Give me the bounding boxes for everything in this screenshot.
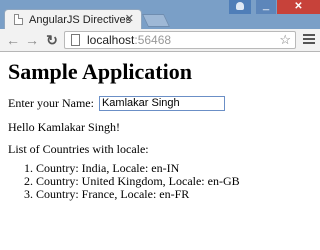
new-tab-button[interactable] xyxy=(141,14,171,27)
page-icon xyxy=(71,34,80,46)
address-bar[interactable]: localhost:56468 ☆ xyxy=(64,31,296,49)
name-input[interactable] xyxy=(98,95,225,111)
name-label: Enter your Name: xyxy=(8,95,94,110)
tab-title: AngularJS Directives xyxy=(29,14,132,26)
user-icon xyxy=(236,2,244,10)
list-heading: List of Countries with locale: xyxy=(8,142,149,156)
browser-chrome: AngularJS Directives ✕ _ ✕ ← → ↻ localho… xyxy=(0,0,320,52)
menu-button[interactable] xyxy=(303,34,315,46)
countries-list: Country: India, Locale: en-IN Country: U… xyxy=(20,162,240,201)
minimize-button[interactable]: _ xyxy=(256,0,276,14)
user-profile-button[interactable] xyxy=(229,0,251,14)
menu-bar xyxy=(303,38,315,40)
back-button[interactable]: ← xyxy=(5,32,21,48)
menu-bar xyxy=(303,34,315,36)
greeting-text: Hello Kamlakar Singh! xyxy=(8,120,120,134)
page-title: Sample Application xyxy=(8,59,192,84)
page-icon xyxy=(14,14,23,25)
url-host: localhost xyxy=(87,33,135,47)
browser-tab[interactable]: AngularJS Directives ✕ xyxy=(4,9,142,29)
list-item: Country: France, Locale: en-FR xyxy=(36,188,240,201)
url-port: :56468 xyxy=(134,33,172,47)
close-tab-icon[interactable]: ✕ xyxy=(125,13,134,26)
page-content: Sample Application Enter your Name: Hell… xyxy=(0,52,320,250)
menu-bar xyxy=(303,42,315,44)
toolbar: ← → ↻ localhost:56468 ☆ xyxy=(0,29,320,52)
reload-button[interactable]: ↻ xyxy=(44,32,60,48)
close-window-button[interactable]: ✕ xyxy=(277,0,320,14)
url-text[interactable]: localhost:56468 xyxy=(87,33,171,47)
name-row: Enter your Name: xyxy=(8,95,225,111)
forward-button[interactable]: → xyxy=(24,32,40,48)
bookmark-star-icon[interactable]: ☆ xyxy=(279,32,291,48)
